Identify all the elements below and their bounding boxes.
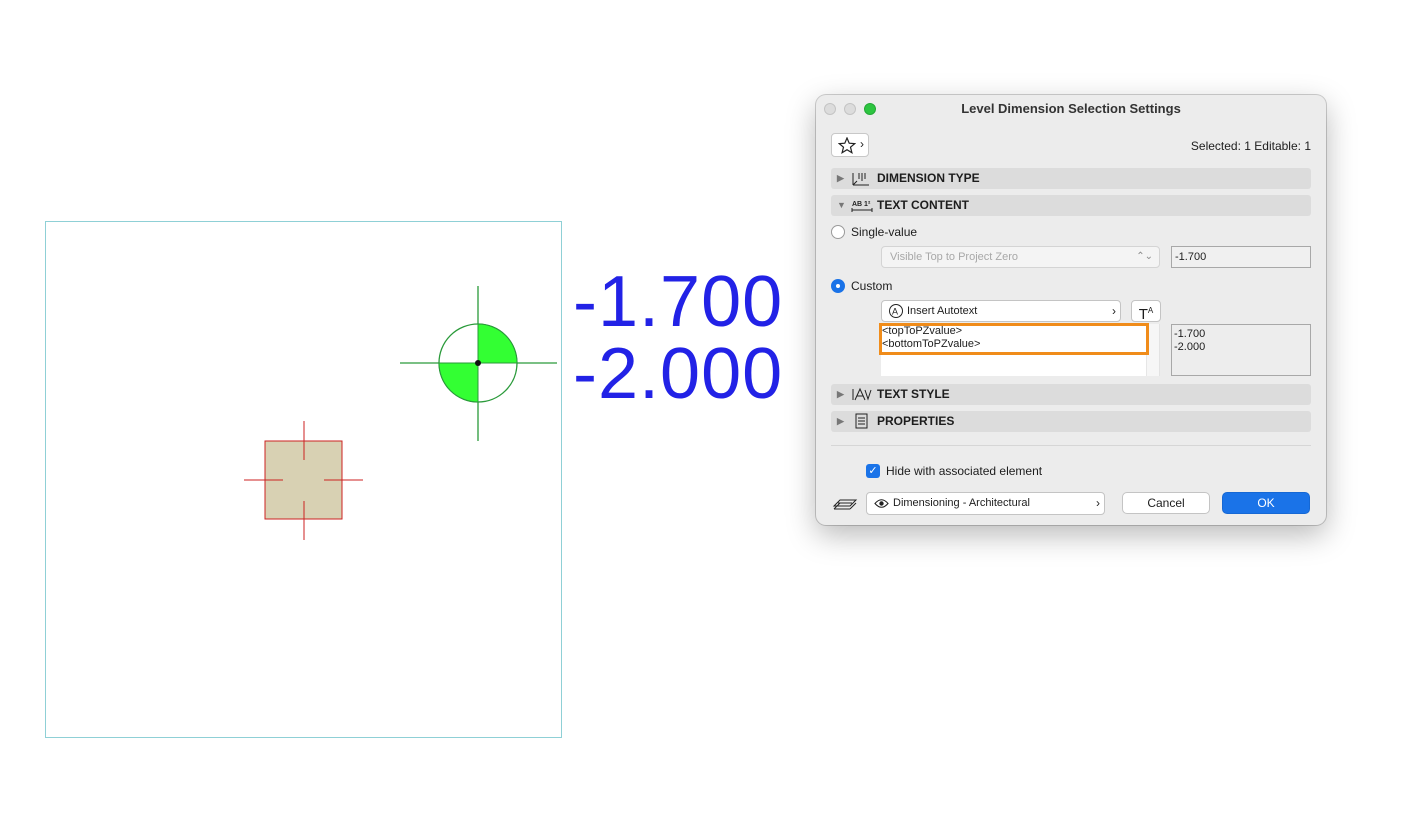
single-value-type-select[interactable]: Visible Top to Project Zero ⌃⌄ xyxy=(881,246,1160,268)
document-icon xyxy=(855,413,868,429)
select-value: Visible Top to Project Zero xyxy=(890,251,1018,263)
close-window-button[interactable] xyxy=(824,103,836,115)
hide-with-element-checkbox[interactable]: ✓ xyxy=(866,464,880,478)
section-dimension-type[interactable]: ▶ DIMENSION TYPE xyxy=(831,168,1311,189)
cancel-button[interactable]: Cancel xyxy=(1122,492,1210,514)
insert-autotext-button[interactable]: A Insert Autotext › xyxy=(881,300,1121,322)
custom-label: Custom xyxy=(851,279,893,293)
section-label: TEXT CONTENT xyxy=(877,198,969,212)
text-format-icon: TA xyxy=(1138,306,1154,323)
highlight-box xyxy=(879,323,1149,355)
single-value-label: Single-value xyxy=(851,225,918,239)
updown-chevron-icon: ⌃⌄ xyxy=(1136,251,1153,262)
ok-button[interactable]: OK xyxy=(1222,492,1310,514)
layer-value: Dimensioning - Architectural xyxy=(893,497,1030,509)
custom-radio[interactable] xyxy=(831,279,845,293)
svg-text:A: A xyxy=(892,307,898,317)
star-icon xyxy=(838,137,856,154)
minimize-window-button[interactable] xyxy=(844,103,856,115)
settings-dialog: Level Dimension Selection Settings › Sel… xyxy=(816,95,1326,525)
insert-autotext-label: Insert Autotext xyxy=(907,305,978,317)
disclosure-collapsed-icon: ▶ xyxy=(837,173,844,183)
text-content-icon: AB 1² xyxy=(851,201,873,212)
autotext-icon: A xyxy=(889,304,903,318)
selection-info: Selected: 1 Editable: 1 xyxy=(1190,139,1311,153)
section-properties[interactable]: ▶ PROPERTIES xyxy=(831,411,1311,432)
favorites-button[interactable]: › xyxy=(831,133,869,157)
single-value-field[interactable]: -1.700 xyxy=(1171,246,1311,268)
single-value-radio[interactable] xyxy=(831,225,845,239)
section-label: TEXT STYLE xyxy=(877,387,950,401)
section-label: PROPERTIES xyxy=(877,414,955,428)
chevron-right-icon: › xyxy=(860,137,864,151)
dimension-type-icon xyxy=(852,173,869,186)
chevron-right-icon: › xyxy=(1096,496,1100,510)
checkmark-icon: ✓ xyxy=(868,465,878,477)
preview-line: -2.000 xyxy=(1174,341,1206,353)
disclosure-collapsed-icon: ▶ xyxy=(837,389,844,399)
chevron-right-icon: › xyxy=(1112,304,1116,318)
hide-with-element-label: Hide with associated element xyxy=(886,464,1043,478)
dialog-title: Level Dimension Selection Settings xyxy=(961,101,1181,116)
column-element[interactable] xyxy=(244,421,363,540)
disclosure-expanded-icon: ▼ xyxy=(837,200,846,210)
divider xyxy=(831,445,1311,446)
eye-icon xyxy=(874,499,889,508)
level-value-bottom: -2.000 xyxy=(573,334,784,414)
section-label: DIMENSION TYPE xyxy=(877,171,980,185)
disclosure-collapsed-icon: ▶ xyxy=(837,416,844,426)
section-text-content[interactable]: ▼ AB 1² TEXT CONTENT xyxy=(831,195,1311,216)
level-value-top: -1.700 xyxy=(573,262,784,342)
section-text-style[interactable]: ▶ TEXT STYLE xyxy=(831,384,1311,405)
text-style-icon xyxy=(852,387,872,401)
level-dimension-marker[interactable] xyxy=(400,286,557,441)
svg-text:AB 1²: AB 1² xyxy=(852,201,871,208)
layers-icon xyxy=(832,499,858,510)
layer-select[interactable]: Dimensioning - Architectural › xyxy=(866,492,1105,515)
text-format-button[interactable]: TA xyxy=(1131,300,1161,323)
zoom-window-button[interactable] xyxy=(864,103,876,115)
preview-line: -1.700 xyxy=(1174,328,1206,340)
